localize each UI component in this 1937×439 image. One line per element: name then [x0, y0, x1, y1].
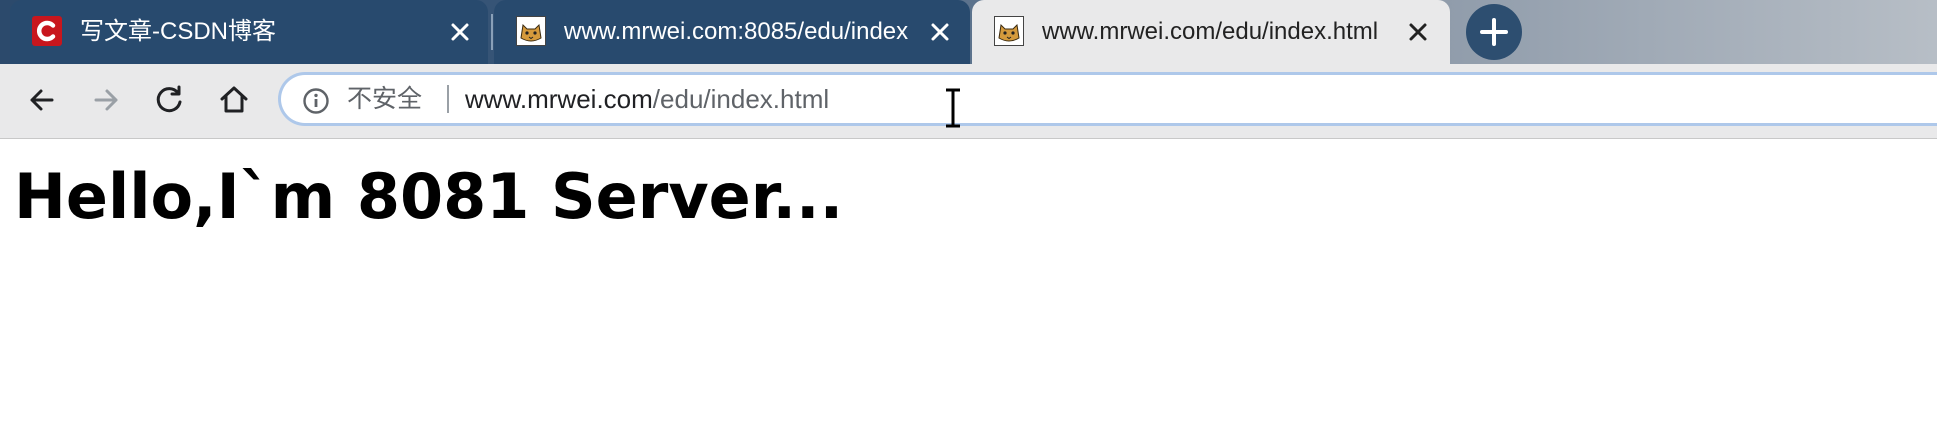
page-content: Hello,I`m 8081 Server...	[0, 139, 1937, 439]
reload-icon[interactable]	[148, 78, 192, 122]
close-tab-icon[interactable]	[926, 18, 954, 46]
tab-title: 写文章-CSDN博客	[80, 18, 276, 45]
tab-title: www.mrwei.com/edu/index.html	[1042, 18, 1379, 45]
url-host: www.mrwei.com	[465, 84, 653, 114]
tomcat-icon	[516, 16, 546, 46]
tomcat-icon	[994, 16, 1024, 46]
page-heading: Hello,I`m 8081 Server...	[14, 160, 844, 233]
tab-csdn[interactable]: 写文章-CSDN博客	[10, 0, 488, 64]
toolbar: 不安全 www.mrwei.com/edu/index.html	[0, 64, 1937, 139]
tab-mrwei-8085[interactable]: www.mrwei.com:8085/edu/index.html	[494, 0, 970, 64]
url-path: /edu/index.html	[652, 84, 830, 114]
back-arrow-icon[interactable]	[20, 78, 64, 122]
tab-title: www.mrwei.com:8085/edu/index.html	[564, 18, 910, 45]
close-tab-icon[interactable]	[446, 18, 474, 46]
close-tab-icon[interactable]	[1404, 18, 1432, 46]
tab-mrwei-index[interactable]: www.mrwei.com/edu/index.html	[972, 0, 1450, 64]
address-bar[interactable]: 不安全 www.mrwei.com/edu/index.html	[278, 72, 1937, 126]
tab-separator	[491, 14, 493, 50]
security-label[interactable]: 不安全	[347, 75, 422, 123]
forward-arrow-icon[interactable]	[84, 78, 128, 122]
browser-window: 写文章-CSDN博客 www.mrwei.com:8085/edu/index.…	[0, 0, 1937, 439]
plus-icon	[1480, 18, 1508, 46]
new-tab-button[interactable]	[1466, 4, 1522, 60]
home-icon[interactable]	[212, 78, 256, 122]
url-text[interactable]: www.mrwei.com/edu/index.html	[465, 75, 829, 123]
info-icon[interactable]	[301, 86, 331, 116]
omnibox-divider	[447, 85, 449, 113]
csdn-icon	[32, 16, 62, 46]
tab-strip: 写文章-CSDN博客 www.mrwei.com:8085/edu/index.…	[0, 0, 1937, 64]
text-cursor-icon	[946, 88, 960, 128]
